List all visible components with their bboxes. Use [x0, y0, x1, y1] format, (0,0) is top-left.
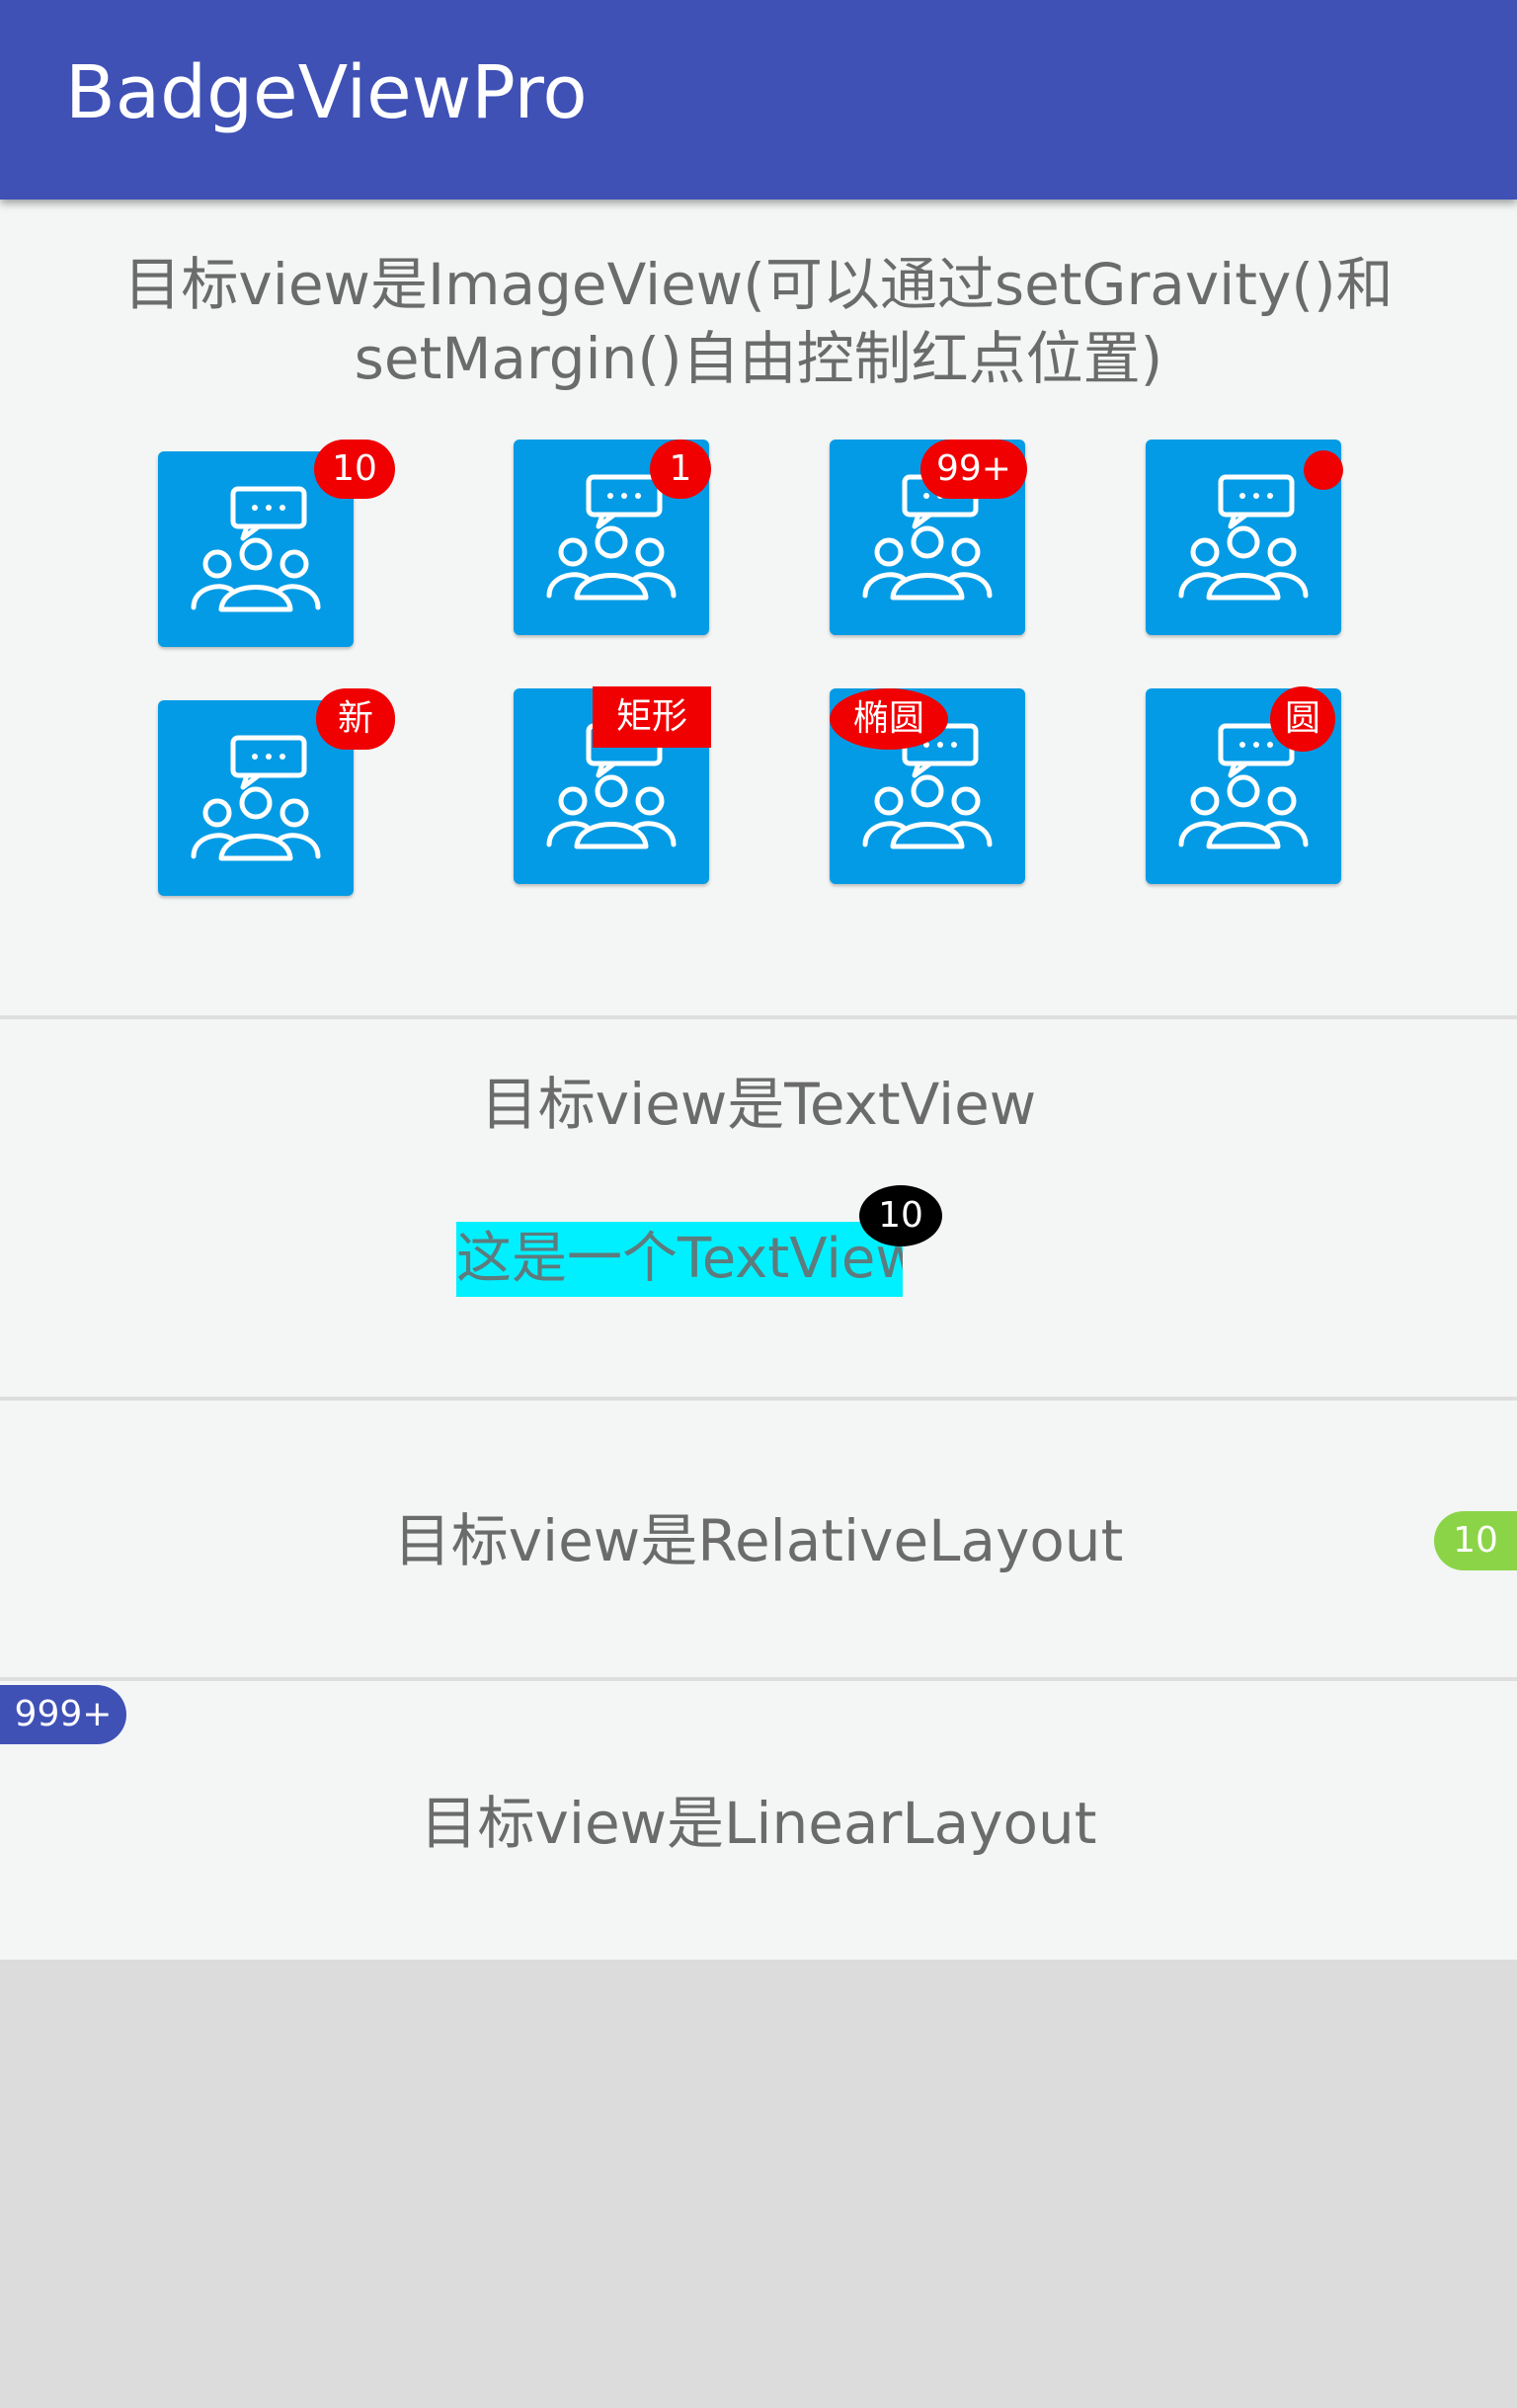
badge-red-dot [1304, 450, 1343, 490]
imageview-section-title-line2: setMargin()自由控制红点位置) [354, 325, 1163, 392]
app-bar: BadgeViewPro [0, 0, 1517, 200]
app-title: BadgeViewPro [65, 50, 588, 135]
badge-circle: 圆 [1270, 686, 1335, 752]
badge-new: 新 [316, 688, 395, 750]
badge-count-10: 10 [314, 440, 395, 499]
divider [0, 1015, 1517, 1019]
badge-rectangle: 矩形 [593, 686, 711, 748]
relativelayout-section-title: 目标view是RelativeLayout [393, 1507, 1124, 1574]
badge-ellipse: 椭圆 [830, 688, 948, 750]
divider [0, 1397, 1517, 1401]
imageview-section-title-line1: 目标view是ImageView(可以通过setGravity()和 [123, 251, 1394, 318]
badge-count-99plus: 99+ [920, 440, 1027, 499]
textview-section-title: 目标view是TextView [480, 1071, 1037, 1138]
divider [0, 1677, 1517, 1681]
linearlayout-badge: 999+ [0, 1685, 126, 1744]
textview-badge: 10 [859, 1185, 942, 1246]
relativelayout-badge: 10 [1434, 1511, 1517, 1570]
linearlayout-section-title: 目标view是LinearLayout [420, 1790, 1097, 1857]
badge-count-1: 1 [650, 440, 711, 499]
target-textview[interactable]: 这是一个TextView [456, 1222, 903, 1297]
